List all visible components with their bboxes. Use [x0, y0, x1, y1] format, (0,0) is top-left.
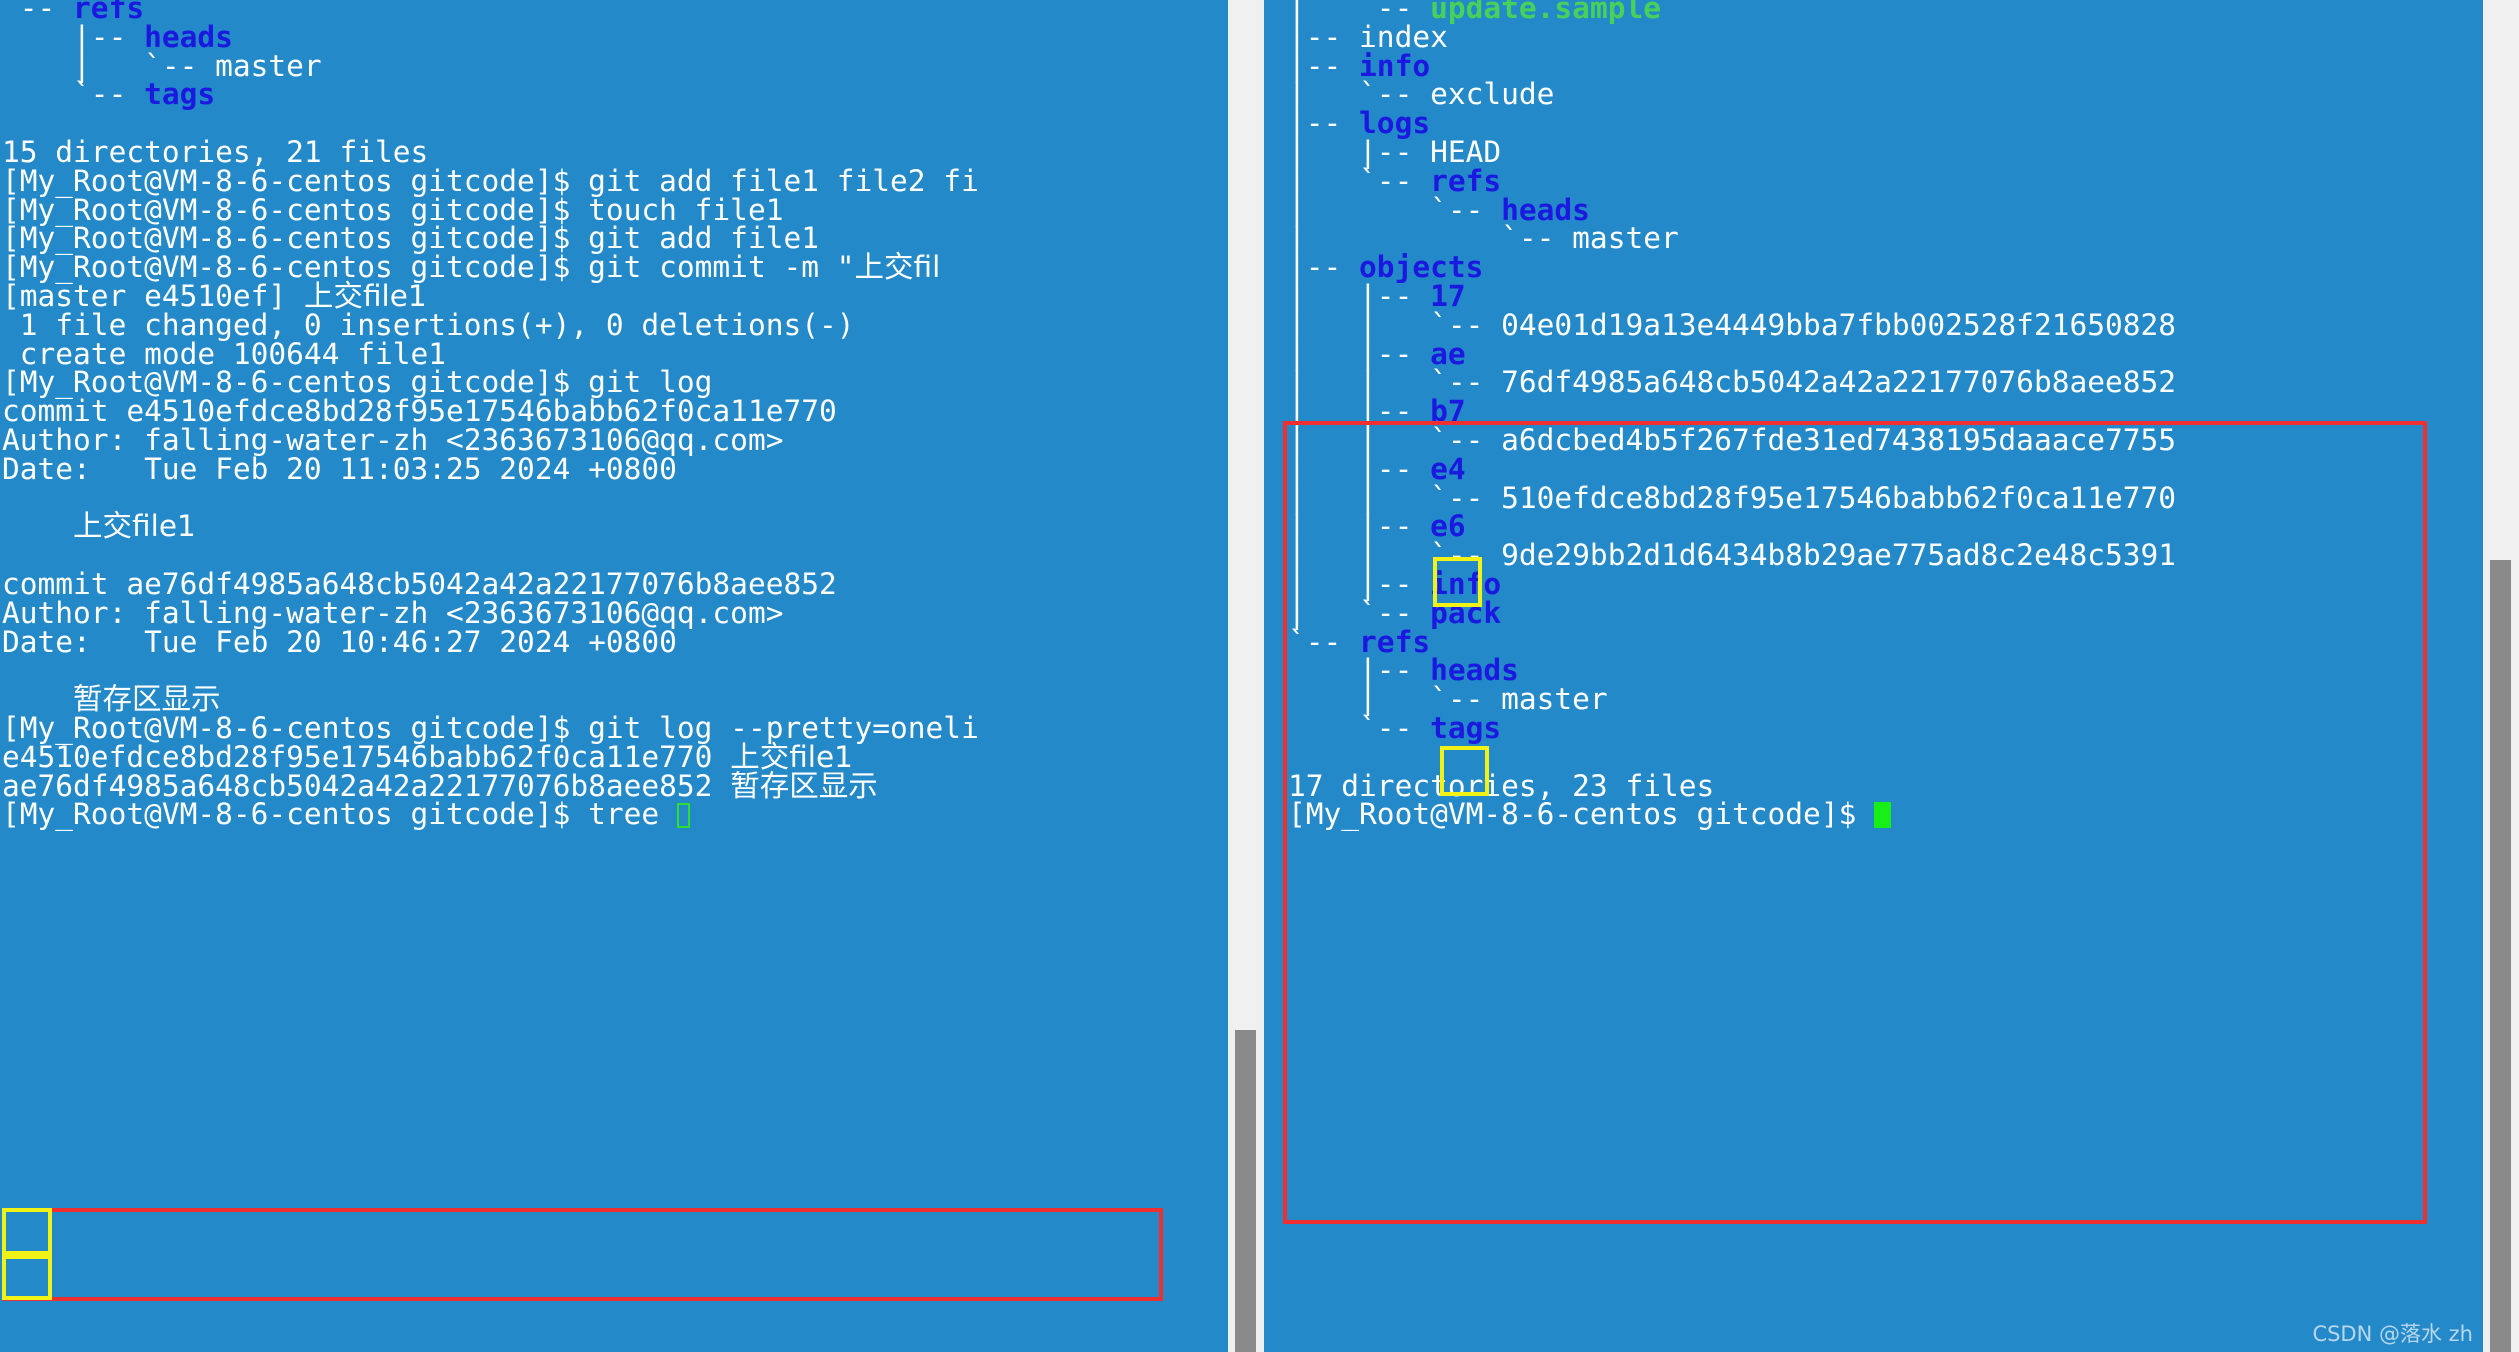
- terminal-text: [My_Root@VM-8-6-centos gitcode]$ tree: [2, 797, 677, 832]
- cursor-hollow-icon: [676, 803, 690, 829]
- terminal-text: `--: [2, 77, 145, 112]
- terminal-line: |-- heads: [2, 22, 979, 52]
- terminal-line: e4510efdce8bd28f95e17546babb62f0ca11e770…: [2, 742, 979, 772]
- terminal-line: | |-- e4: [1288, 454, 2176, 484]
- terminal-line: | | `-- 04e01d19a13e4449bba7fbb002528f21…: [1288, 310, 2176, 340]
- terminal-line: 暂存区显示: [2, 684, 979, 714]
- terminal-line: [My_Root@VM-8-6-centos gitcode]$ git add…: [2, 166, 979, 196]
- executable-name: update.sample: [1430, 0, 1661, 25]
- right-terminal-output: | `-- update.sample |-- index |-- info | `-…: [1288, 0, 2176, 829]
- terminal-line: [My_Root@VM-8-6-centos gitcode]$ touch f…: [2, 195, 979, 225]
- terminal-line: | |-- 17: [1288, 281, 2176, 311]
- terminal-line: Author: falling-water-zh <2363673106@qq.…: [2, 425, 979, 455]
- terminal-text: 暂存区显示: [730, 768, 878, 803]
- directory-name: pack: [1430, 595, 1502, 630]
- directory-name: tags: [1430, 710, 1502, 745]
- terminal-text: 上交file1: [73, 509, 196, 544]
- terminal-text: `--: [1288, 710, 1431, 745]
- terminal-line: |-- heads: [1288, 656, 2176, 686]
- terminal-line: [My_Root@VM-8-6-centos gitcode]$ git add…: [2, 224, 979, 254]
- screenshot-root: `-- refs |-- heads | `-- master `-- tags…: [0, 0, 2519, 1352]
- terminal-line: 上交file1: [2, 509, 979, 544]
- terminal-text: Date: Tue Feb 20 10:46:27 2024 +0800: [2, 624, 677, 659]
- terminal-line: | `-- master: [2, 51, 979, 81]
- terminal-line: |-- objects: [1288, 252, 2176, 282]
- cursor-block-icon: [1874, 802, 1892, 829]
- terminal-line: `-- tags: [1288, 710, 2176, 745]
- terminal-text: Date: Tue Feb 20 11:03:25 2024 +0800: [2, 451, 677, 486]
- terminal-line: | `-- master: [1288, 684, 2176, 714]
- terminal-line: [My_Root@VM-8-6-centos gitcode]$ git com…: [2, 250, 979, 285]
- terminal-line: Date: Tue Feb 20 10:46:27 2024 +0800: [2, 624, 979, 659]
- terminal-line: | `-- master: [1288, 224, 2176, 254]
- right-pane-scrollbar[interactable]: [2483, 0, 2519, 1352]
- terminal-line: | | `-- a6dcbed4b5f267fde31ed7438195daaa…: [1288, 425, 2176, 455]
- terminal-line: | |-- ae: [1288, 339, 2176, 369]
- left-terminal-pane[interactable]: `-- refs |-- heads | `-- master `-- tags…: [0, 0, 1228, 1352]
- terminal-text: [My_Root@VM-8-6-centos gitcode]$: [1288, 797, 1875, 832]
- terminal-line: | |-- b7: [1288, 396, 2176, 426]
- terminal-text: 上交fil: [854, 250, 941, 285]
- csdn-watermark: CSDN @落水 zh: [2312, 1322, 2473, 1346]
- terminal-line: commit ae76df4985a648cb5042a42a22177076b…: [2, 569, 979, 599]
- terminal-line: Date: Tue Feb 20 11:03:25 2024 +0800: [2, 451, 979, 486]
- left-terminal-output: `-- refs |-- heads | `-- master `-- tags…: [2, 0, 979, 829]
- terminal-line: commit e4510efdce8bd28f95e17546babb62f0c…: [2, 396, 979, 426]
- terminal-line: |-- info: [1288, 51, 2176, 81]
- terminal-line: | `-- heads: [1288, 195, 2176, 225]
- terminal-line: create mode 100644 file1: [2, 339, 979, 369]
- terminal-line: `-- refs: [1288, 627, 2176, 657]
- terminal-line: `-- tags: [2, 77, 979, 112]
- terminal-line: Author: falling-water-zh <2363673106@qq.…: [2, 598, 979, 628]
- terminal-line: | |-- HEAD: [1288, 137, 2176, 167]
- directory-name: tags: [144, 77, 216, 112]
- right-scrollbar-thumb[interactable]: [2490, 560, 2511, 1352]
- terminal-line: | | `-- 510efdce8bd28f95e17546babb62f0ca…: [1288, 483, 2176, 513]
- yellow-highlight-box-e45: [2, 1208, 52, 1255]
- terminal-line: [My_Root@VM-8-6-centos gitcode]$ git log…: [2, 713, 979, 743]
- red-highlight-box-commit-list: [2, 1208, 1163, 1301]
- right-terminal-pane[interactable]: | `-- update.sample |-- index |-- info | `-…: [1264, 0, 2483, 1352]
- terminal-line: [My_Root@VM-8-6-centos gitcode]$ git log: [2, 368, 979, 398]
- yellow-highlight-box-ae: [2, 1255, 52, 1300]
- left-scrollbar-thumb[interactable]: [1235, 1030, 1256, 1352]
- terminal-line: 1 file changed, 0 insertions(+), 0 delet…: [2, 310, 979, 340]
- terminal-line: | `-- exclude: [1288, 80, 2176, 110]
- terminal-line: |-- logs: [1288, 108, 2176, 138]
- terminal-line: 15 directories, 21 files: [2, 137, 979, 167]
- terminal-line: [My_Root@VM-8-6-centos gitcode]$ tree: [2, 800, 979, 829]
- terminal-line: | |-- e6: [1288, 512, 2176, 542]
- terminal-line: | |-- info: [1288, 569, 2176, 599]
- terminal-line: | | `-- 76df4985a648cb5042a42a22177076b8…: [1288, 368, 2176, 398]
- terminal-line: |-- index: [1288, 22, 2176, 52]
- terminal-line: | `-- refs: [1288, 166, 2176, 196]
- terminal-line: | `-- pack: [1288, 595, 2176, 630]
- left-pane-scrollbar[interactable]: [1228, 0, 1266, 1352]
- terminal-line: | | `-- 9de29bb2d1d6434b8b29ae775ad8c2e4…: [1288, 540, 2176, 570]
- terminal-line: ae76df4985a648cb5042a42a22177076b8aee852…: [2, 768, 979, 803]
- terminal-line: [master e4510ef] 上交file1: [2, 281, 979, 311]
- terminal-line: 17 directories, 23 files: [1288, 771, 2176, 801]
- terminal-line: [My_Root@VM-8-6-centos gitcode]$: [1288, 800, 2176, 829]
